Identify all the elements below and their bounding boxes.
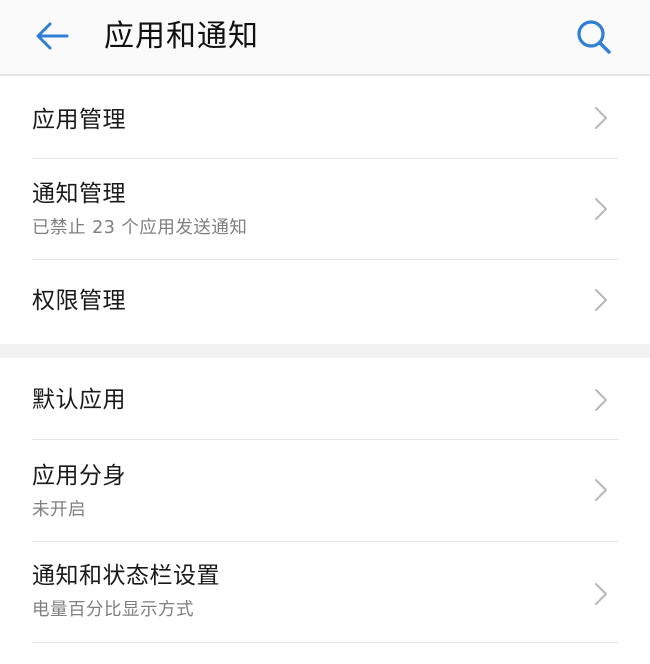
- row-subtitle: 已禁止 23 个应用发送通知: [32, 218, 248, 238]
- chevron-right-icon: [590, 579, 612, 609]
- settings-group-apps: 应用管理 通知管理 已禁止 23 个应用发送通知 权限管理: [0, 76, 650, 344]
- settings-row-notification-status-bar[interactable]: 通知和状态栏设置 电量百分比显示方式: [0, 542, 650, 643]
- chevron-right-icon: [590, 103, 612, 133]
- search-icon: [577, 20, 611, 54]
- row-label: 默认应用: [32, 387, 126, 413]
- chevron-right-icon: [590, 475, 612, 505]
- row-label: 通知和状态栏设置: [32, 563, 220, 589]
- settings-row-default-apps[interactable]: 默认应用: [0, 358, 650, 440]
- back-button[interactable]: [30, 16, 74, 56]
- arrow-left-icon: [36, 22, 69, 50]
- chevron-right-icon: [590, 194, 612, 224]
- chevron-right-icon: [590, 285, 612, 315]
- settings-group-defaults: 默认应用 应用分身 未开启 通知和状态栏设置 电量百分比显示方式: [0, 358, 650, 664]
- search-button[interactable]: [570, 14, 618, 60]
- row-divider: [32, 642, 618, 643]
- settings-row-app-twin[interactable]: 应用分身 未开启: [0, 440, 650, 542]
- row-label: 权限管理: [32, 288, 126, 314]
- row-label: 应用分身: [32, 463, 126, 489]
- page-title: 应用和通知: [104, 19, 259, 54]
- row-label: 应用管理: [32, 107, 126, 133]
- row-subtitle: 未开启: [32, 500, 86, 520]
- row-label: 通知管理: [32, 181, 126, 207]
- app-bar: 应用和通知: [0, 0, 650, 74]
- settings-row-notification-management[interactable]: 通知管理 已禁止 23 个应用发送通知: [0, 159, 650, 260]
- settings-row-app-management[interactable]: 应用管理: [0, 76, 650, 159]
- section-gap: [0, 344, 650, 358]
- row-subtitle: 电量百分比显示方式: [32, 600, 194, 620]
- settings-row-permission-management[interactable]: 权限管理: [0, 260, 650, 344]
- chevron-right-icon: [590, 385, 612, 415]
